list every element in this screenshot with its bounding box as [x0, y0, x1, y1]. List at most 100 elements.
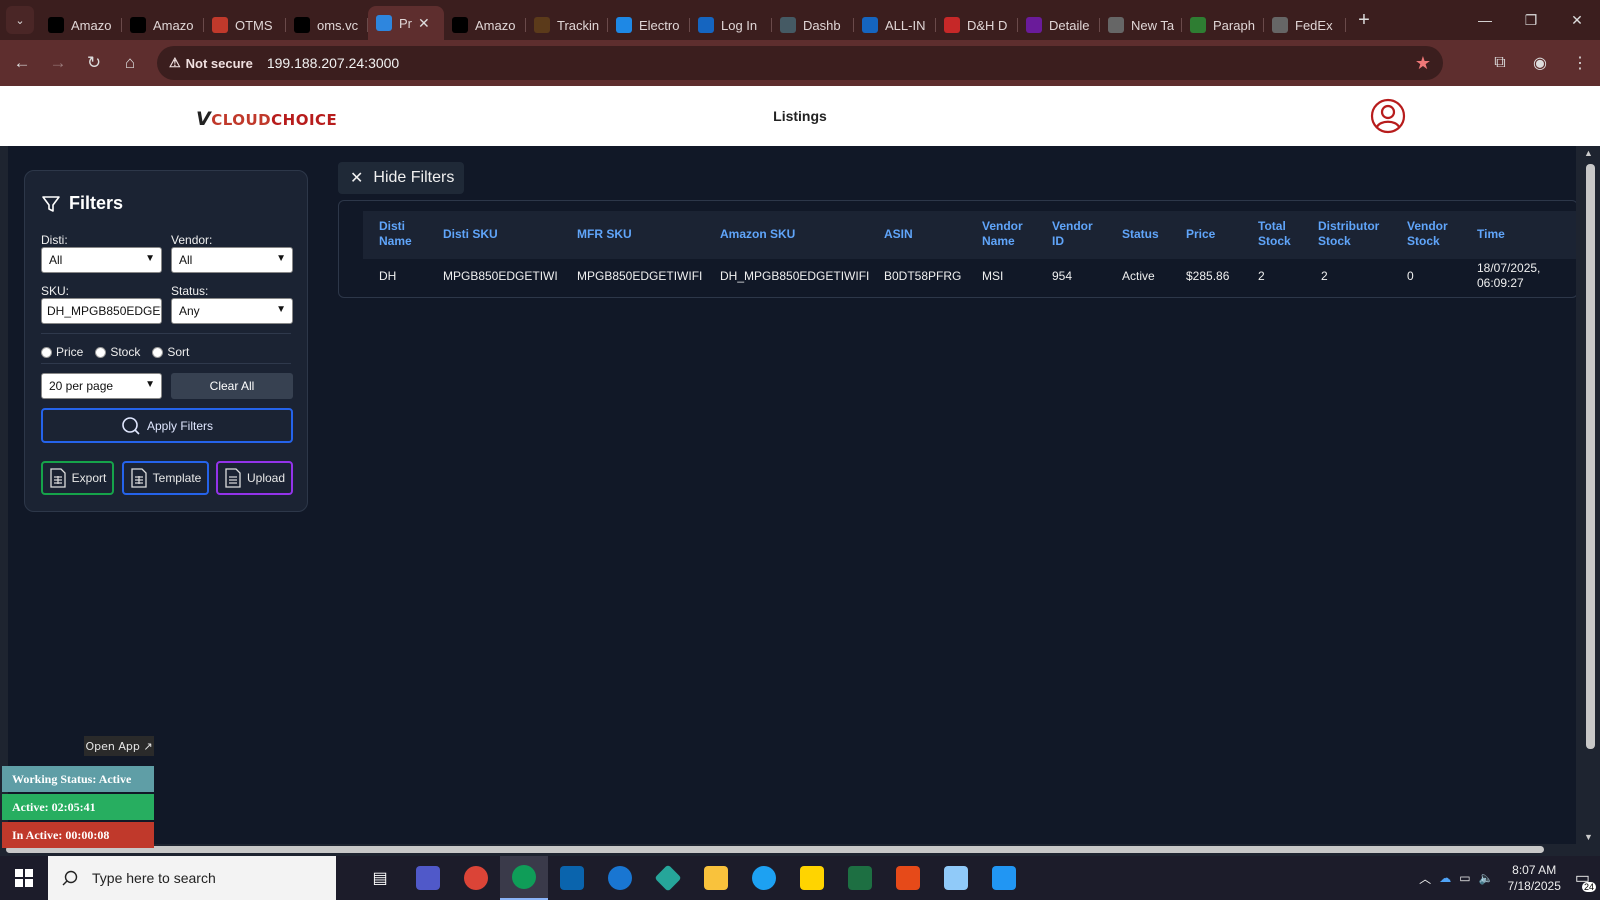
vertical-scrollbar[interactable]: ▲ ▼ [1576, 146, 1600, 844]
col-header[interactable]: Disti SKU [443, 227, 498, 242]
scroll-down-icon[interactable]: ▼ [1584, 832, 1593, 842]
edge-icon[interactable] [740, 856, 788, 900]
taskbar-search[interactable]: Type here to search [48, 856, 336, 900]
scroll-up-icon[interactable]: ▲ [1584, 148, 1593, 158]
address-bar[interactable]: ⚠ Not secure 199.188.207.24:3000 ★ [157, 46, 1443, 80]
sticky-notes-icon[interactable] [788, 856, 836, 900]
vendor-select[interactable]: All ▼ [171, 247, 293, 273]
teams-icon[interactable] [404, 856, 452, 900]
security-indicator[interactable]: ⚠ Not secure [165, 55, 261, 71]
clock-time: 8:07 AM [1512, 863, 1557, 877]
chrome-profile-icon[interactable] [500, 856, 548, 900]
col-header[interactable]: Price [1186, 227, 1215, 242]
file-explorer-icon[interactable] [692, 856, 740, 900]
profile-icon[interactable]: ◉ [1520, 45, 1560, 81]
browser-tab[interactable]: FedEx [1264, 10, 1346, 40]
user-avatar-icon[interactable] [1370, 98, 1406, 134]
tab-label: D&H D [967, 17, 1008, 33]
chrome-icon[interactable] [452, 856, 500, 900]
apply-filters-button[interactable]: Apply Filters [41, 408, 293, 443]
col-header[interactable]: ASIN [884, 227, 913, 242]
network-icon[interactable]: ▭ [1459, 871, 1470, 885]
home-icon[interactable]: ⌂ [112, 45, 148, 81]
minimize-icon[interactable]: — [1462, 0, 1508, 40]
onedrive-icon[interactable]: ☁ [1439, 871, 1451, 885]
col-header[interactable]: Amazon SKU [720, 227, 795, 242]
start-button[interactable] [0, 856, 48, 900]
task-view-icon[interactable]: ▤ [356, 856, 404, 900]
col-header[interactable]: Status [1122, 227, 1159, 242]
amazon-icon [48, 17, 64, 33]
new-tab-button[interactable]: + [1350, 9, 1378, 32]
browser-tab[interactable]: oms.vc [286, 10, 368, 40]
hide-filters-button[interactable]: ✕ Hide Filters [338, 162, 464, 194]
menu-icon[interactable]: ⋮ [1560, 45, 1600, 81]
scrollbar-thumb[interactable] [6, 846, 1544, 853]
sku-input[interactable]: DH_MPGB850EDGETI [41, 298, 162, 324]
status-select[interactable]: Any ▼ [171, 298, 293, 324]
per-page-select[interactable]: 20 per page ▼ [41, 373, 162, 399]
volume-icon[interactable]: 🔈 [1479, 871, 1494, 885]
scrollbar-thumb[interactable] [1586, 164, 1595, 749]
snipping-tool-icon[interactable] [884, 856, 932, 900]
browser-tab[interactable]: Electro [608, 10, 690, 40]
browser-tab[interactable]: Amazo [122, 10, 204, 40]
col-header[interactable]: Time [1477, 227, 1505, 242]
col-header[interactable]: Disti Name [379, 219, 419, 249]
radio-circle[interactable] [95, 346, 107, 358]
chevron-up-icon[interactable]: ︿ [1419, 870, 1431, 887]
browser-tab[interactable]: Dashb [772, 10, 854, 40]
radio-stock[interactable]: Stock [95, 345, 140, 359]
col-header[interactable]: MFR SKU [577, 227, 632, 242]
radio-sort[interactable]: Sort [152, 345, 189, 359]
tab-search-button[interactable]: ⌄ [6, 6, 34, 34]
outlook-icon[interactable] [548, 856, 596, 900]
notification-icon[interactable]: ▭ 24 [1575, 868, 1596, 892]
tab-label: Amazo [153, 17, 194, 33]
tab-label: Amazo [475, 17, 516, 33]
browser-tab[interactable]: OTMS [204, 10, 286, 40]
col-header[interactable]: Distributor Stock [1318, 219, 1384, 249]
back-icon[interactable]: ← [4, 45, 40, 81]
browser-tab[interactable]: D&H D [936, 10, 1018, 40]
restore-icon[interactable]: ❐ [1508, 0, 1554, 40]
browser-tab[interactable]: Log In [690, 10, 772, 40]
zoho-icon[interactable] [596, 856, 644, 900]
clear-all-button[interactable]: Clear All [171, 373, 293, 399]
disti-select[interactable]: All ▼ [41, 247, 162, 273]
browser-tab[interactable]: ALL-IN [854, 10, 936, 40]
browser-tab[interactable]: Pr ✕ [368, 6, 444, 40]
browser-tab[interactable]: Paraph [1182, 10, 1264, 40]
reload-icon[interactable]: ↻ [76, 45, 112, 81]
browser-tab[interactable]: Detaile [1018, 10, 1100, 40]
extensions-icon[interactable]: ⧉ [1480, 45, 1520, 81]
export-button[interactable]: Export [41, 461, 114, 495]
amazon-icon [130, 17, 146, 33]
radio-price[interactable]: Price [41, 345, 83, 359]
col-header[interactable]: Vendor ID [1052, 219, 1098, 249]
browser-tab[interactable]: Trackin [526, 10, 608, 40]
notepad-icon[interactable] [932, 856, 980, 900]
col-header[interactable]: Vendor Name [982, 219, 1030, 249]
bookmark-star-icon[interactable]: ★ [1415, 53, 1431, 74]
close-window-icon[interactable]: ✕ [1554, 0, 1600, 40]
template-button[interactable]: Template [122, 461, 209, 495]
close-tab-icon[interactable]: ✕ [418, 15, 430, 32]
browser-tab[interactable]: Amazo [40, 10, 122, 40]
forward-icon[interactable]: → [40, 45, 76, 81]
excel-icon[interactable] [836, 856, 884, 900]
radio-circle[interactable] [41, 346, 52, 358]
photos-icon[interactable] [980, 856, 1028, 900]
app-diamond-icon[interactable] [644, 856, 692, 900]
browser-tab[interactable]: New Ta [1100, 10, 1182, 40]
col-header[interactable]: Total Stock [1258, 219, 1298, 249]
open-app-button[interactable]: Open App ↗ [84, 736, 154, 756]
clock[interactable]: 8:07 AM 7/18/2025 [1507, 862, 1560, 894]
horizontal-scrollbar[interactable] [0, 844, 1576, 854]
url-text[interactable]: 199.188.207.24:3000 [267, 55, 399, 71]
col-header[interactable]: Vendor Stock [1407, 219, 1457, 249]
radio-circle[interactable] [152, 346, 164, 358]
upload-button[interactable]: Upload [216, 461, 293, 495]
time-tracker-widget: Open App ↗ Working Status: Active Active… [0, 734, 154, 848]
browser-tab[interactable]: Amazo [444, 10, 526, 40]
